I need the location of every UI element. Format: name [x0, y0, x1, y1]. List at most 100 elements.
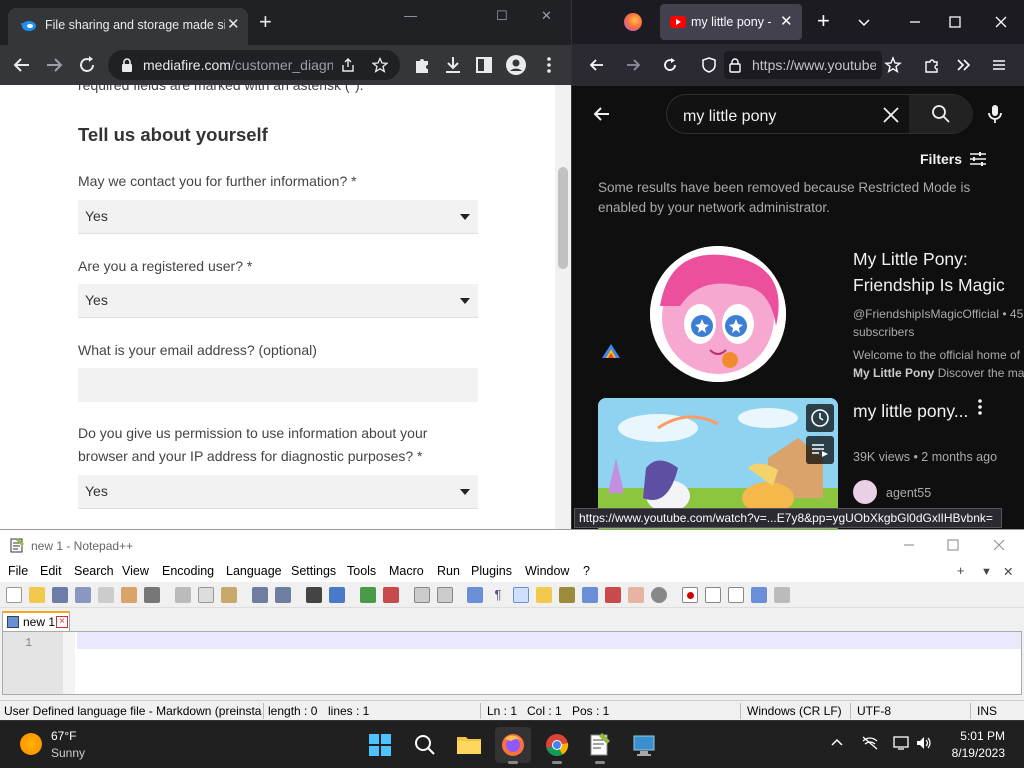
profile-avatar-icon[interactable]	[504, 53, 528, 77]
open-file-icon[interactable]	[29, 587, 45, 603]
menu-view[interactable]: View	[122, 564, 149, 578]
word-wrap-icon[interactable]	[467, 587, 483, 603]
menu-settings[interactable]: Settings	[291, 564, 336, 578]
chrome-tab-close-icon[interactable]: ✕	[227, 15, 240, 33]
firefox-app[interactable]	[495, 727, 531, 764]
notepadpp-app[interactable]	[582, 727, 618, 764]
paste-icon[interactable]	[221, 587, 237, 603]
menu-plugins[interactable]: Plugins	[471, 564, 512, 578]
editor-area[interactable]: 1	[2, 631, 1022, 695]
play-macro-icon[interactable]	[728, 587, 744, 603]
undo-icon[interactable]	[252, 587, 268, 603]
menu-macro[interactable]: Macro	[389, 564, 424, 578]
chrome-maximize-button[interactable]: ☐	[496, 8, 508, 24]
youtube-search-input[interactable]: my little pony	[683, 105, 1024, 128]
copy-icon[interactable]	[198, 587, 214, 603]
notepadpp-close-icon[interactable]	[992, 538, 1006, 552]
show-hidden-icons-chevron[interactable]	[829, 735, 845, 751]
video-channel-avatar[interactable]	[853, 480, 877, 504]
menu-language[interactable]: Language	[226, 564, 282, 578]
new-tab-plus-button[interactable]: +	[957, 564, 964, 578]
firefox-logo-icon[interactable]	[624, 13, 642, 31]
record-macro-icon[interactable]	[682, 587, 698, 603]
tracking-shield-icon[interactable]	[700, 56, 718, 74]
chrome-scrollbar-thumb[interactable]	[558, 167, 568, 269]
youtube-search-button[interactable]	[909, 95, 973, 133]
channel-avatar[interactable]	[650, 246, 786, 382]
save-macro-icon[interactable]	[774, 587, 790, 603]
notepadpp-maximize-icon[interactable]	[946, 538, 960, 552]
hamburger-menu-icon[interactable]	[990, 56, 1008, 74]
doc-list-icon[interactable]	[582, 587, 598, 603]
firefox-tab-close-icon[interactable]: ✕	[780, 12, 793, 30]
back-arrow-icon[interactable]	[10, 53, 34, 77]
zoom-out-icon[interactable]	[383, 587, 399, 603]
print-icon[interactable]	[144, 587, 160, 603]
menu-edit[interactable]: Edit	[40, 564, 62, 578]
taskbar-search-button[interactable]	[407, 727, 443, 763]
registered-select[interactable]: Yes	[78, 284, 478, 318]
side-panel-icon[interactable]	[472, 53, 496, 77]
start-button[interactable]	[362, 727, 398, 763]
sync-vertical-icon[interactable]	[414, 587, 430, 603]
udl-icon[interactable]	[536, 587, 552, 603]
clock-time[interactable]: 5:01 PM	[959, 729, 1005, 743]
close-all-icon[interactable]	[121, 587, 137, 603]
network-disconnected-icon[interactable]	[861, 735, 879, 751]
chrome-tab-mediafire[interactable]: File sharing and storage made simple ✕	[8, 8, 248, 45]
folder-workspace-icon[interactable]	[628, 587, 644, 603]
cut-icon[interactable]	[175, 587, 191, 603]
firefox-minimize-icon[interactable]	[908, 15, 922, 29]
clear-search-icon[interactable]	[881, 105, 901, 125]
remote-desktop-app[interactable]	[626, 727, 662, 763]
new-file-icon[interactable]	[6, 587, 22, 603]
bookmark-star-icon[interactable]	[372, 57, 388, 73]
back-arrow-icon[interactable]	[588, 56, 606, 74]
download-icon[interactable]	[441, 53, 465, 77]
list-tabs-chevron-icon[interactable]	[857, 15, 871, 29]
close-file-icon[interactable]	[98, 587, 114, 603]
filters-sliders-icon[interactable]	[968, 150, 988, 168]
menu-window[interactable]: Window	[525, 564, 569, 578]
chrome-close-button[interactable]: ✕	[541, 8, 552, 24]
chrome-menu-kebab-icon[interactable]	[537, 53, 561, 77]
tab-list-dropdown-button[interactable]: ▼	[981, 566, 992, 578]
volume-icon[interactable]	[915, 735, 933, 751]
extensions-puzzle-icon[interactable]	[410, 53, 434, 77]
firefox-address-bar[interactable]: https://www.youtube.com/results?search_q…	[724, 51, 882, 79]
clock-date[interactable]: 8/19/2023	[947, 746, 1005, 760]
youtube-search-box[interactable]: my little pony	[666, 94, 973, 134]
email-field[interactable]	[78, 368, 478, 402]
weather-condition[interactable]: Sunny	[51, 746, 85, 760]
overflow-chevrons-icon[interactable]	[954, 56, 972, 74]
notepadpp-minimize-icon[interactable]	[902, 538, 916, 552]
chrome-app[interactable]	[539, 727, 575, 764]
tab-close-icon[interactable]: ×	[56, 616, 68, 628]
filters-button[interactable]: Filters	[920, 151, 962, 167]
firefox-close-icon[interactable]	[994, 15, 1008, 29]
reload-icon[interactable]	[75, 53, 99, 77]
run-macro-multiple-icon[interactable]	[751, 587, 767, 603]
menu-file[interactable]: File	[8, 564, 28, 578]
forward-arrow-icon[interactable]	[624, 56, 642, 74]
chrome-new-tab-button[interactable]: +	[259, 11, 272, 33]
save-all-icon[interactable]	[75, 587, 91, 603]
doc-map-icon[interactable]	[559, 587, 575, 603]
bookmark-star-icon[interactable]	[884, 56, 902, 74]
firefox-tab-youtube[interactable]: my little pony - YouTube ✕	[660, 4, 802, 40]
menu-encoding[interactable]: Encoding	[162, 564, 214, 578]
menu-help[interactable]: ?	[583, 564, 590, 578]
chrome-scrollbar[interactable]	[555, 85, 571, 529]
current-line-highlight[interactable]	[77, 632, 1021, 649]
sync-horizontal-icon[interactable]	[437, 587, 453, 603]
contact-select[interactable]: Yes	[78, 200, 478, 234]
indent-guide-icon[interactable]	[513, 587, 529, 603]
menu-search[interactable]: Search	[74, 564, 114, 578]
forward-arrow-icon[interactable]	[42, 53, 66, 77]
chrome-minimize-button[interactable]: —	[404, 8, 417, 23]
video-menu-kebab-icon[interactable]	[970, 397, 990, 417]
find-icon[interactable]	[306, 587, 322, 603]
video-channel-name[interactable]: agent55	[886, 486, 931, 500]
file-explorer-app[interactable]	[451, 727, 487, 763]
microphone-icon[interactable]	[986, 103, 1004, 125]
